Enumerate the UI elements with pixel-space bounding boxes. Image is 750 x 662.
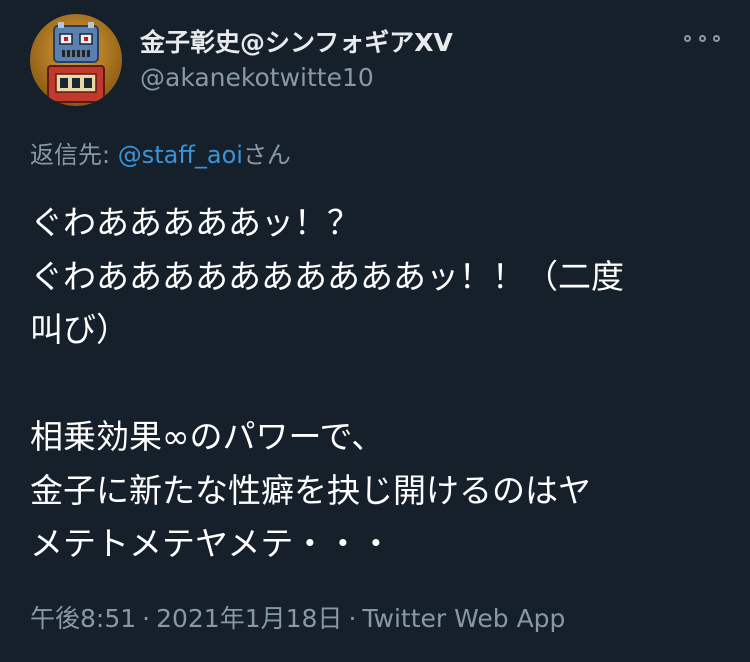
meta-separator: · — [348, 604, 357, 633]
reply-suffix: さん — [242, 141, 291, 169]
author-display-name[interactable]: 金子彰史@シンフォギアXV — [140, 28, 453, 58]
more-options-icon — [698, 34, 706, 42]
meta-separator: · — [142, 604, 151, 633]
more-options-icon — [713, 34, 720, 42]
more-options-icon — [684, 34, 691, 42]
more-options-button[interactable] — [684, 28, 720, 48]
robot-avatar-icon — [30, 14, 122, 106]
author-handle[interactable]: @akanekotwitte10 — [140, 63, 374, 93]
tweet-time-link[interactable]: 午後8:51 — [30, 604, 136, 633]
tweet-card: 金子彰史@シンフォギアXV @akanekotwitte10 返信先: @sta… — [0, 0, 750, 662]
tweet-text: ぐわあああああッ！？ ぐわああああああああああッ！！（二度 叫び） 相乗効果∞の… — [30, 203, 624, 563]
tweet-date-link[interactable]: 2021年1月18日 — [156, 604, 342, 633]
tweet-metadata: 午後8:51 · 2021年1月18日 · Twitter Web App — [30, 602, 565, 636]
reply-context: 返信先: @staff_aoiさん — [30, 140, 291, 170]
reply-mention-link[interactable]: @staff_aoi — [118, 141, 243, 169]
reply-prefix: 返信先: — [30, 141, 118, 169]
tweet-source-link[interactable]: Twitter Web App — [362, 604, 565, 633]
avatar[interactable] — [30, 14, 122, 106]
